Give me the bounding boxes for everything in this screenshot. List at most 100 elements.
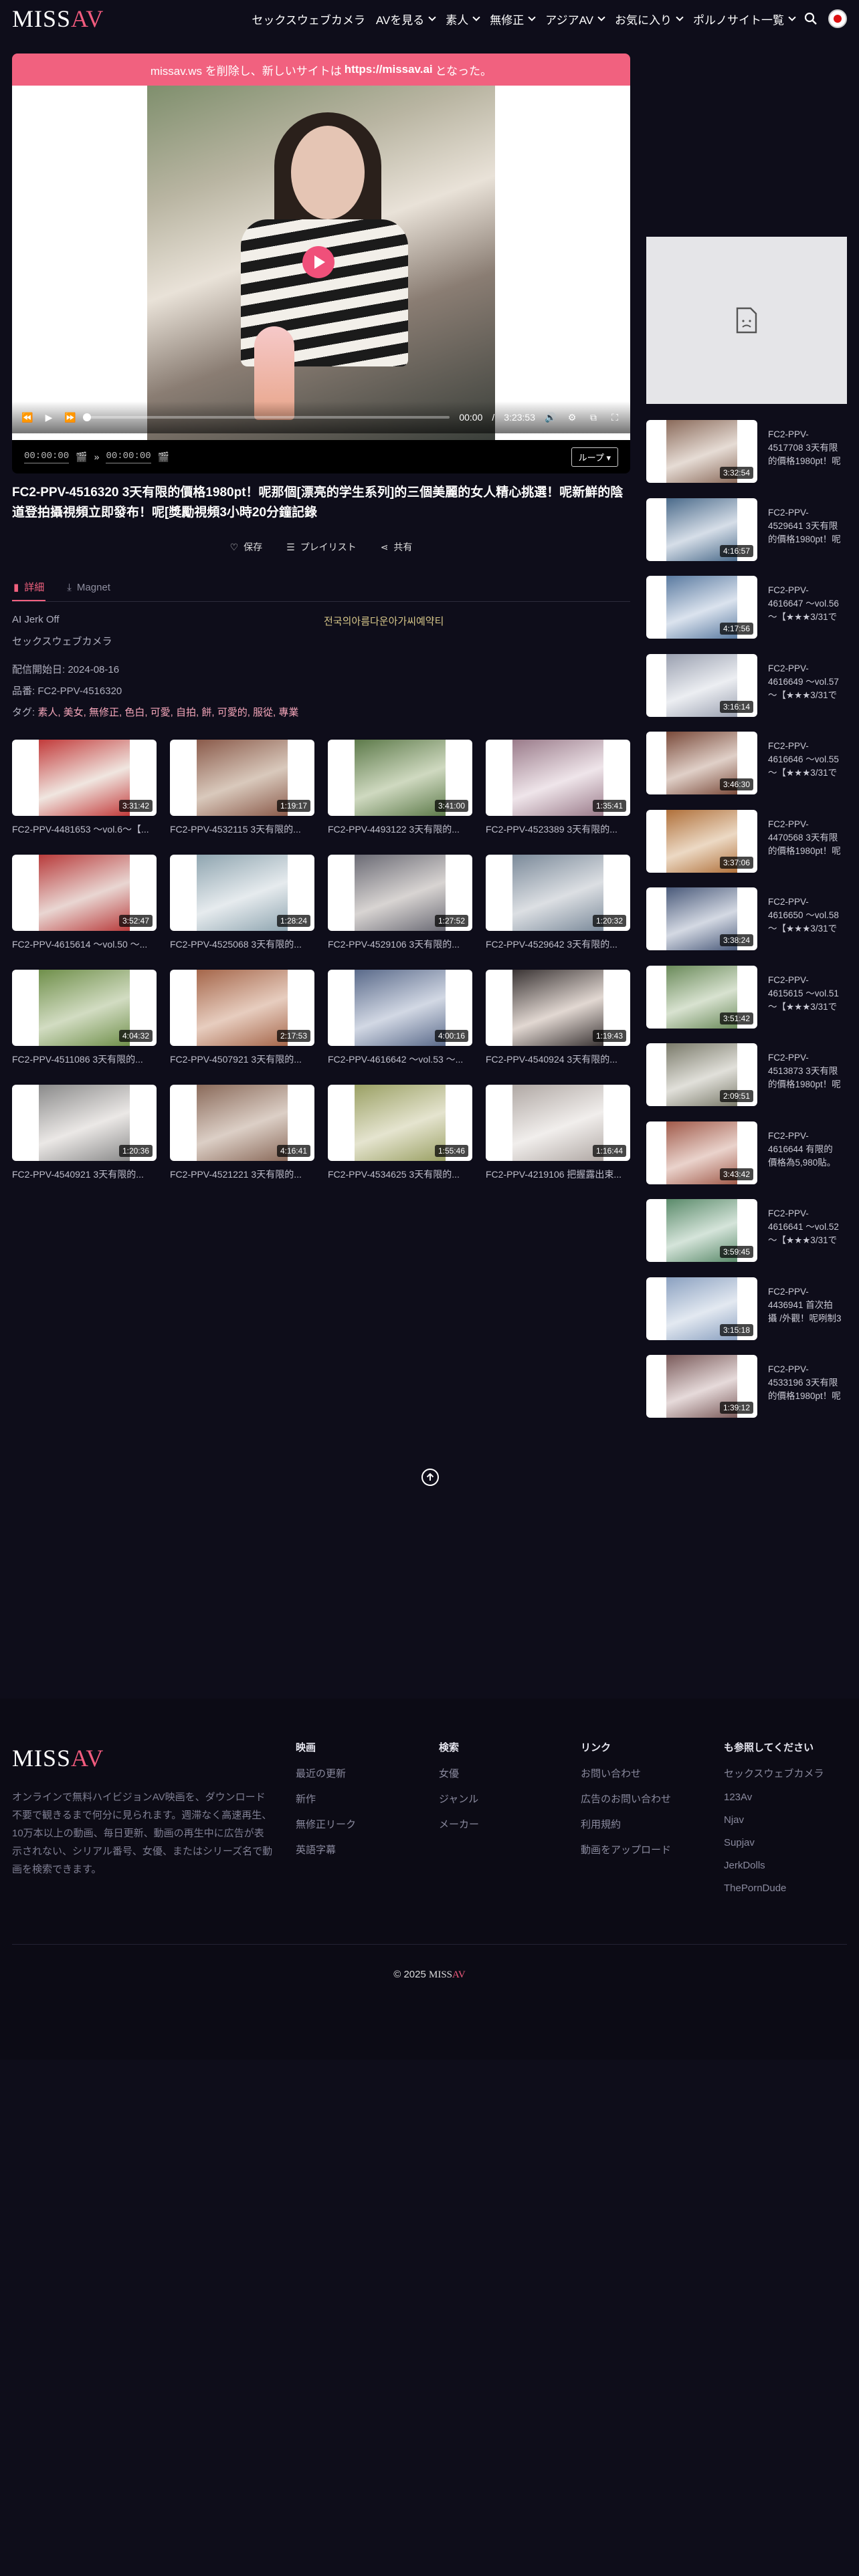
nav-item-0[interactable]: セックスウェブカメラ	[252, 11, 365, 27]
video-thumbnail[interactable]: 1:55:46	[328, 1085, 472, 1161]
sidebar-video-title[interactable]: FC2-PPV- 4533196 3天有限 的價格1980pt！呢	[768, 1355, 841, 1403]
video-thumbnail[interactable]: 3:52:47	[12, 855, 157, 931]
video-thumbnail[interactable]: 1:19:43	[486, 970, 630, 1046]
video-thumbnail[interactable]: 2:09:51	[646, 1043, 757, 1106]
fullscreen-icon[interactable]: ⛶	[609, 412, 621, 423]
video-thumbnail[interactable]: 1:27:52	[328, 855, 472, 931]
video-thumbnail[interactable]: 3:31:42	[12, 740, 157, 816]
video-thumbnail[interactable]: 4:00:16	[328, 970, 472, 1046]
language-flag-button[interactable]	[828, 9, 847, 28]
sidebar-video-item[interactable]: 3:32:54 FC2-PPV- 4517708 3天有限 的價格1980pt！呢	[646, 420, 847, 498]
video-thumbnail[interactable]: 3:41:00	[328, 740, 472, 816]
sidebar-video-title[interactable]: FC2-PPV- 4436941 首次拍攝 /外觀！呢咧制3	[768, 1277, 842, 1325]
video-card-title[interactable]: FC2-PPV-4523389 3天有限的...	[486, 823, 630, 836]
footer-link[interactable]: 広告のお問い合わせ	[581, 1792, 671, 1806]
footer-link[interactable]: 動画をアップロード	[581, 1842, 671, 1856]
sidebar-video-title[interactable]: FC2-PPV- 4470568 3天有限 的價格1980pt！呢	[768, 810, 841, 858]
sidebar-video-title[interactable]: FC2-PPV- 4513873 3天有限 的價格1980pt！呢	[768, 1043, 841, 1091]
nav-item-2[interactable]: 素人	[446, 11, 480, 27]
video-thumbnail[interactable]: 4:17:56	[646, 576, 757, 639]
video-card-title[interactable]: FC2-PPV-4481653 ～vol.6～【...	[12, 823, 157, 836]
video-thumbnail[interactable]: 3:38:24	[646, 887, 757, 950]
video-thumbnail[interactable]: 1:20:36	[12, 1085, 157, 1161]
footer-link[interactable]: 利用規約	[581, 1817, 671, 1831]
footer-link[interactable]: メーカー	[439, 1817, 479, 1831]
nav-item-1[interactable]: AVを見る	[376, 11, 436, 27]
video-card[interactable]: 3:31:42 FC2-PPV-4481653 ～vol.6～【...	[12, 740, 157, 836]
video-card[interactable]: 3:52:47 FC2-PPV-4615614 ～vol.50 ～...	[12, 855, 157, 951]
category-link[interactable]: セックスウェブカメラ	[12, 634, 112, 648]
nav-item-6[interactable]: ポルノサイト一覧	[693, 11, 796, 27]
footer-link[interactable]: 英語字幕	[296, 1842, 356, 1856]
video-card[interactable]: 3:41:00 FC2-PPV-4493122 3天有限的...	[328, 740, 472, 836]
footer-link[interactable]: お問い合わせ	[581, 1766, 671, 1780]
a-point-time[interactable]: 00:00:00	[24, 451, 70, 463]
play-overlay-button[interactable]	[302, 246, 335, 278]
video-card-title[interactable]: FC2-PPV-4529106 3天有限的...	[328, 938, 472, 951]
video-card[interactable]: 4:04:32 FC2-PPV-4511086 3天有限的...	[12, 970, 157, 1066]
footer-link[interactable]: セックスウェブカメラ	[724, 1766, 824, 1780]
video-thumbnail[interactable]: 3:37:06	[646, 809, 757, 873]
footer-link[interactable]: 無修正リーク	[296, 1817, 356, 1831]
video-card[interactable]: 1:35:41 FC2-PPV-4523389 3天有限的...	[486, 740, 630, 836]
sidebar-video-title[interactable]: FC2-PPV- 4616641 ～vol.52 ～【★★★3/31で	[768, 1199, 839, 1247]
video-thumbnail[interactable]: 1:19:17	[170, 740, 314, 816]
video-card-title[interactable]: FC2-PPV-4511086 3天有限的...	[12, 1053, 157, 1066]
footer-link[interactable]: JerkDolls	[724, 1860, 824, 1871]
footer-logo[interactable]: MISSAV	[12, 1744, 104, 1772]
tag-links[interactable]: 素人, 美女, 無修正, 色白, 可愛, 自拍, 餅, 可愛的, 服從, 專業	[37, 707, 298, 718]
video-card-title[interactable]: FC2-PPV-4219106 把握露出束...	[486, 1168, 630, 1181]
tab-magnet[interactable]: ⤓ Magnet	[66, 574, 112, 601]
save-button[interactable]: ♡ 保存	[230, 540, 263, 554]
footer-link[interactable]: 最近の更新	[296, 1766, 356, 1780]
footer-link[interactable]: ジャンル	[439, 1792, 479, 1806]
nav-item-3[interactable]: 無修正	[490, 11, 536, 27]
scroll-to-top-button[interactable]	[421, 1469, 439, 1486]
video-thumbnail[interactable]: 3:16:14	[646, 653, 757, 717]
video-card-title[interactable]: FC2-PPV-4616642 ～vol.53 ～...	[328, 1053, 472, 1066]
video-thumbnail[interactable]: 3:46:30	[646, 732, 757, 794]
tab-details[interactable]: ▮ 詳細	[12, 574, 46, 601]
video-thumbnail[interactable]: 4:16:57	[646, 498, 757, 561]
footer-link[interactable]: ThePornDude	[724, 1883, 824, 1894]
progress-handle[interactable]	[83, 413, 91, 421]
notice-url[interactable]: https://missav.ai	[345, 63, 433, 76]
video-card-title[interactable]: FC2-PPV-4521221 3天有限的...	[170, 1168, 314, 1181]
video-card[interactable]: 1:55:46 FC2-PPV-4534625 3天有限的...	[328, 1085, 472, 1181]
share-button[interactable]: ⋖ 共有	[381, 540, 413, 554]
sidebar-video-item[interactable]: 4:16:57 FC2-PPV- 4529641 3天有限 的價格1980pt！呢	[646, 498, 847, 576]
progress-bar[interactable]	[83, 413, 450, 421]
sidebar-video-item[interactable]: 3:43:42 FC2-PPV- 4616644 有限的 價格為5,980貼。	[646, 1121, 847, 1200]
video-thumbnail[interactable]: 3:51:42	[646, 965, 757, 1029]
video-card[interactable]: 1:19:43 FC2-PPV-4540924 3天有限的...	[486, 970, 630, 1066]
video-thumbnail[interactable]: 2:17:53	[170, 970, 314, 1046]
volume-icon[interactable]: 🔊	[545, 412, 557, 423]
loop-button[interactable]: ループ ▾	[571, 447, 618, 467]
video-card-title[interactable]: FC2-PPV-4540924 3天有限的...	[486, 1053, 630, 1066]
sidebar-video-title[interactable]: FC2-PPV- 4616647 ～vol.56 ～【★★★3/31で	[768, 576, 839, 624]
ai-jerk-link[interactable]: AI Jerk Off	[12, 614, 60, 625]
fast-forward-icon[interactable]: ⏩	[64, 412, 76, 423]
sidebar-video-item[interactable]: 3:37:06 FC2-PPV- 4470568 3天有限 的價格1980pt！呢	[646, 809, 847, 888]
video-thumbnail[interactable]: 1:39:12	[646, 1355, 757, 1418]
video-card[interactable]: 1:16:44 FC2-PPV-4219106 把握露出束...	[486, 1085, 630, 1181]
video-card-title[interactable]: FC2-PPV-4534625 3天有限的...	[328, 1168, 472, 1181]
video-thumbnail[interactable]: 3:15:18	[646, 1277, 757, 1340]
video-card[interactable]: 2:17:53 FC2-PPV-4507921 3天有限的...	[170, 970, 314, 1066]
nav-item-5[interactable]: お気に入り	[615, 11, 684, 27]
sidebar-video-item[interactable]: 3:38:24 FC2-PPV- 4616650 ～vol.58 ～【★★★3/31で	[646, 887, 847, 966]
pip-icon[interactable]: ⧉	[587, 412, 599, 423]
video-thumbnail[interactable]: 1:28:24	[170, 855, 314, 931]
video-card[interactable]: 4:00:16 FC2-PPV-4616642 ～vol.53 ～...	[328, 970, 472, 1066]
video-card-title[interactable]: FC2-PPV-4529642 3天有限的...	[486, 938, 630, 951]
rewind-icon[interactable]: ⏪	[21, 412, 33, 423]
sidebar-video-title[interactable]: FC2-PPV- 4616644 有限的 價格為5,980貼。	[768, 1121, 836, 1170]
video-thumbnail[interactable]: 3:32:54	[646, 420, 757, 483]
sidebar-video-item[interactable]: 3:15:18 FC2-PPV- 4436941 首次拍攝 /外觀！呢咧制3	[646, 1277, 847, 1356]
sidebar-video-title[interactable]: FC2-PPV- 4616649 ～vol.57 ～【★★★3/31で	[768, 654, 839, 702]
video-card-title[interactable]: FC2-PPV-4615614 ～vol.50 ～...	[12, 938, 157, 951]
video-card-title[interactable]: FC2-PPV-4525068 3天有限的...	[170, 938, 314, 951]
video-card-title[interactable]: FC2-PPV-4540921 3天有限的...	[12, 1168, 157, 1181]
ad-placeholder[interactable]	[646, 237, 847, 404]
play-icon[interactable]: ▶	[43, 412, 55, 423]
